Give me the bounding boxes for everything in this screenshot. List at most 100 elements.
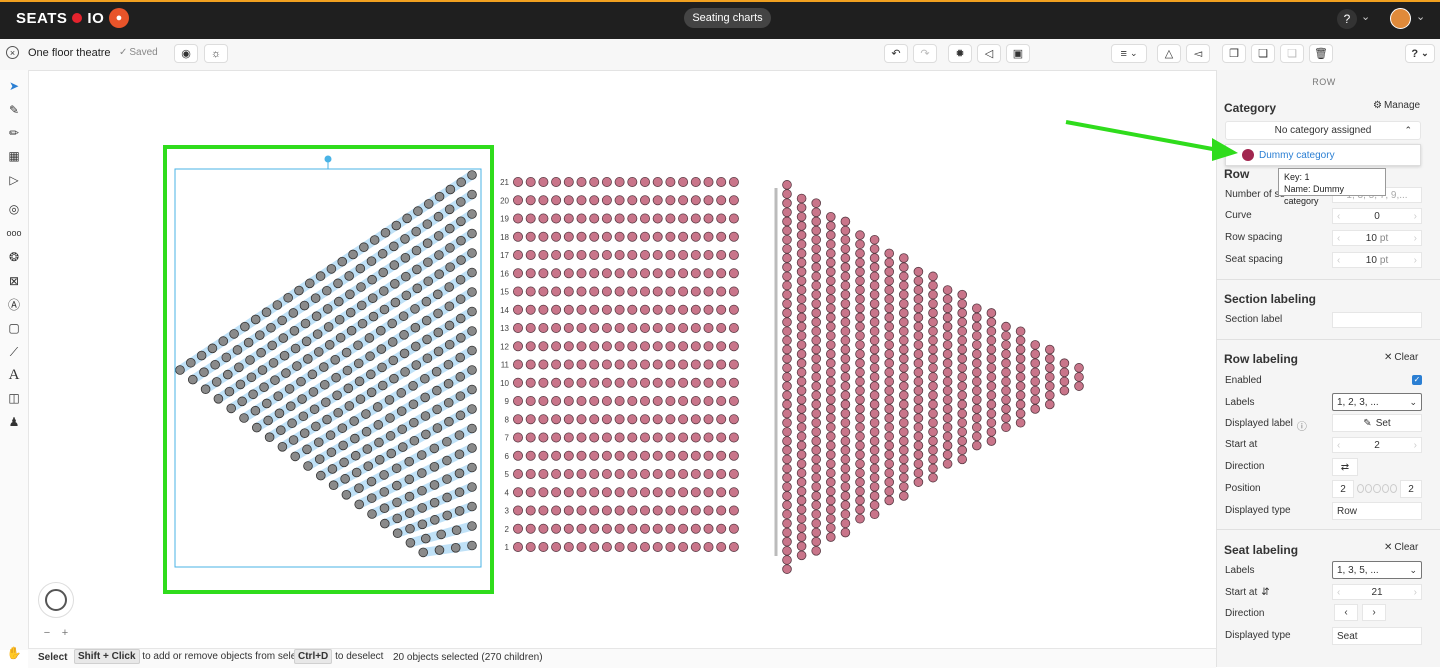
selected-seat[interactable] <box>410 322 421 333</box>
seat[interactable] <box>627 359 638 370</box>
seat[interactable] <box>869 427 880 437</box>
seat[interactable] <box>614 414 625 425</box>
seat[interactable] <box>898 481 909 492</box>
seat[interactable] <box>811 417 821 428</box>
seat[interactable] <box>716 286 727 297</box>
seat[interactable] <box>869 262 880 273</box>
seat[interactable] <box>1074 381 1084 391</box>
seat[interactable] <box>627 304 638 315</box>
chevron-down-icon[interactable]: ⌄ <box>1361 10 1370 23</box>
selected-seat[interactable] <box>354 499 365 510</box>
seat[interactable] <box>690 213 701 224</box>
seat[interactable] <box>796 303 807 314</box>
selected-seat[interactable] <box>434 191 445 202</box>
seat[interactable] <box>690 268 701 279</box>
seat[interactable] <box>563 213 574 224</box>
seat[interactable] <box>525 523 536 534</box>
selected-seat[interactable] <box>186 357 196 368</box>
seat[interactable] <box>796 248 807 259</box>
seat[interactable] <box>665 359 676 370</box>
seat[interactable] <box>652 341 663 352</box>
seat[interactable] <box>796 422 807 433</box>
table-tool-icon[interactable]: ❂ <box>6 249 22 265</box>
seat[interactable] <box>538 177 549 188</box>
seat[interactable] <box>957 381 967 391</box>
seat[interactable] <box>703 541 714 552</box>
seat[interactable] <box>782 436 792 446</box>
selected-seat[interactable] <box>323 322 334 332</box>
seat[interactable] <box>825 303 836 314</box>
seat[interactable] <box>576 505 587 516</box>
seat[interactable] <box>589 177 600 188</box>
selected-seat[interactable] <box>467 462 477 473</box>
seat[interactable] <box>782 564 792 574</box>
seat[interactable] <box>942 459 953 469</box>
selected-seat[interactable] <box>226 403 237 414</box>
seat[interactable] <box>898 390 909 401</box>
seat[interactable] <box>913 294 924 304</box>
seat[interactable] <box>869 344 880 355</box>
rotate-button[interactable]: ◅ <box>1186 44 1210 63</box>
seat[interactable] <box>551 195 562 206</box>
seat[interactable] <box>811 372 821 382</box>
seat[interactable] <box>1044 381 1055 391</box>
seat[interactable] <box>1001 376 1011 387</box>
selected-seat[interactable] <box>408 380 418 391</box>
seat[interactable] <box>796 193 807 204</box>
seat[interactable] <box>898 381 909 391</box>
seat[interactable] <box>1030 385 1040 396</box>
seat[interactable] <box>942 413 953 423</box>
selected-seat[interactable] <box>400 367 410 377</box>
seat[interactable] <box>811 363 821 373</box>
seat[interactable] <box>665 468 676 479</box>
selected-seat[interactable] <box>248 389 258 400</box>
seat[interactable] <box>913 404 924 414</box>
seat[interactable] <box>525 177 536 188</box>
selected-seat[interactable] <box>409 435 420 446</box>
seat[interactable] <box>971 358 982 369</box>
seat[interactable] <box>576 541 587 552</box>
selected-seat[interactable] <box>416 450 427 460</box>
selected-seat[interactable] <box>411 360 422 370</box>
selected-seat[interactable] <box>345 307 356 318</box>
selected-seat[interactable] <box>422 334 432 345</box>
seat[interactable] <box>869 381 880 391</box>
selected-seat[interactable] <box>292 361 302 371</box>
selected-seat[interactable] <box>404 508 415 518</box>
seat[interactable] <box>703 195 714 206</box>
seat[interactable] <box>1015 390 1026 401</box>
seat[interactable] <box>576 304 587 315</box>
seat[interactable] <box>716 322 727 333</box>
seat[interactable] <box>811 289 821 300</box>
selected-seat[interactable] <box>246 372 257 383</box>
seat[interactable] <box>716 541 727 552</box>
seat[interactable] <box>825 230 836 240</box>
seat[interactable] <box>825 376 836 387</box>
selected-seat[interactable] <box>467 189 477 200</box>
seat[interactable] <box>884 303 894 314</box>
seat[interactable] <box>884 266 894 277</box>
seat[interactable] <box>898 463 909 474</box>
seat[interactable] <box>957 445 967 456</box>
selected-seat[interactable] <box>250 314 261 325</box>
seat[interactable] <box>678 231 689 242</box>
seat[interactable] <box>563 286 574 297</box>
seat[interactable] <box>913 422 924 433</box>
seat[interactable] <box>840 262 851 273</box>
line-tool-icon[interactable]: ⟋ <box>6 344 22 360</box>
seat[interactable] <box>716 249 727 260</box>
selected-seat[interactable] <box>377 362 387 373</box>
selected-seat[interactable] <box>404 474 415 485</box>
seat[interactable] <box>811 518 821 529</box>
seat[interactable] <box>825 266 836 277</box>
seat-direction-right-button[interactable]: › <box>1362 604 1386 621</box>
seat[interactable] <box>1001 422 1011 433</box>
seat-displayed-type-input[interactable]: Seat <box>1332 627 1422 645</box>
seat[interactable] <box>1015 335 1026 346</box>
seat[interactable] <box>855 285 865 295</box>
seat[interactable] <box>942 321 953 332</box>
selected-seat[interactable] <box>397 424 408 435</box>
seat[interactable] <box>551 541 562 552</box>
seat[interactable] <box>525 249 536 260</box>
flip-button[interactable]: △ <box>1157 44 1181 63</box>
